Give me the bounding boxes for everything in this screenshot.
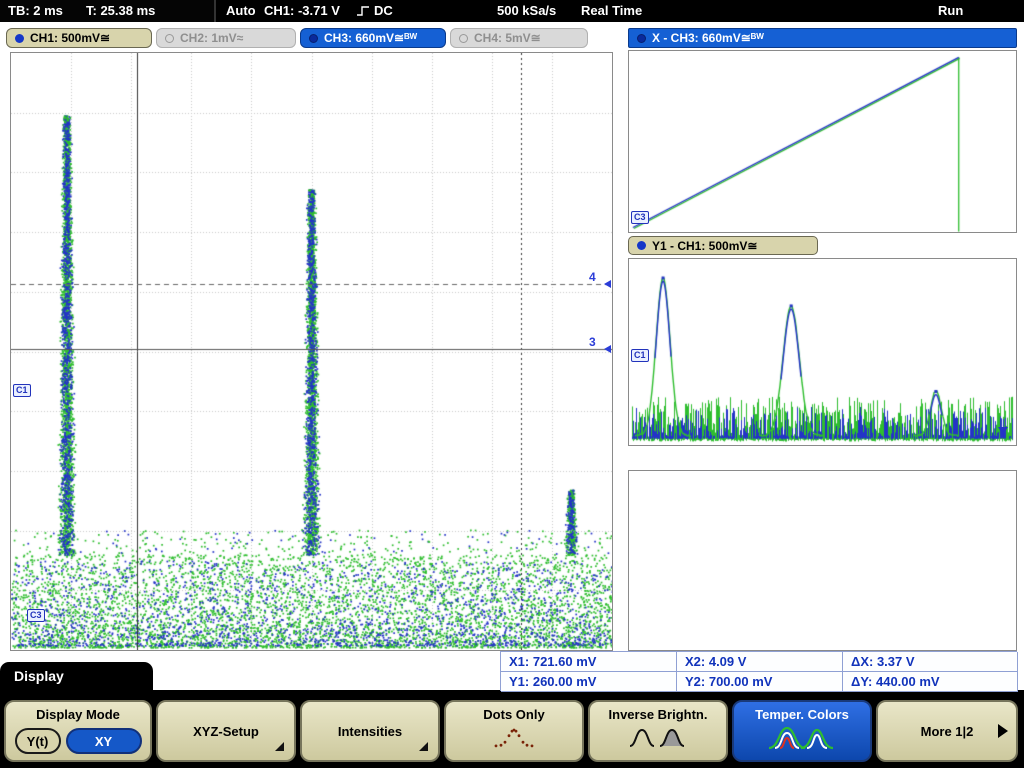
trigger-position-marker (998, 427, 1008, 435)
temperature-colors-label: Temper. Colors (755, 707, 849, 722)
trigger-coupling: DC (374, 3, 393, 18)
status-bar: TB: 2 ms T: 25.38 ms Auto CH1: -3.71 V D… (0, 0, 1024, 22)
cursor-3-arrow-icon (604, 345, 611, 353)
unused-panel (628, 470, 1017, 651)
temperature-colors-icon (767, 726, 837, 750)
trigger-level: CH1: -3.71 V (264, 3, 340, 18)
ch3-ref-marker: C3 (631, 211, 649, 224)
sample-rate: 500 kSa/s (497, 3, 556, 18)
channel-1-button[interactable]: CH1: 500mV≅ (6, 28, 152, 48)
intensities-label: Intensities (338, 724, 402, 739)
channel-4-button[interactable]: CH4: 5mV≅ (450, 28, 588, 48)
channel-3-button[interactable]: CH3: 660mV≅ᴮᵂ (300, 28, 446, 48)
y1-source-dot-icon (637, 241, 646, 250)
next-page-arrow-icon (998, 724, 1008, 738)
y1-source-header-label: Y1 - CH1: 500mV≅ (652, 239, 757, 253)
more-pages-button[interactable]: More 1|2 (876, 700, 1018, 762)
y1-source-header[interactable]: Y1 - CH1: 500mV≅ (628, 236, 818, 255)
cursor-4-label: 4 (589, 270, 596, 284)
cursor-dx-value: ΔX: 3.37 V (843, 652, 1018, 672)
channel-3-label: CH3: 660mV≅ᴮᵂ (324, 31, 417, 45)
x-source-canvas (629, 51, 1016, 232)
xy-mode-button[interactable]: XY (66, 728, 142, 754)
ch3-level-marker: C3 (27, 609, 45, 622)
cursor-y2-value: Y2: 700.00 mV (677, 672, 843, 692)
submenu-indicator-icon (419, 742, 428, 751)
channel-2-dot-icon (165, 34, 174, 43)
ch1-level-marker: C1 (13, 384, 31, 397)
rising-edge-icon (356, 4, 370, 18)
cursor-3-label: 3 (589, 335, 596, 349)
channel-4-dot-icon (459, 34, 468, 43)
timebase-readout: TB: 2 ms (8, 3, 63, 18)
acquisition-mode: Real Time (581, 3, 642, 18)
xy-plot-canvas (11, 53, 612, 650)
channel-4-label: CH4: 5mV≅ (474, 31, 541, 45)
submenu-indicator-icon (275, 742, 284, 751)
inverse-brightness-label: Inverse Brightn. (609, 707, 708, 722)
channel-3-dot-icon (309, 34, 318, 43)
cursor-x1-value: X1: 721.60 mV (501, 652, 677, 672)
dots-only-button[interactable]: Dots Only (444, 700, 584, 762)
y1-source-panel: C1 (628, 258, 1017, 446)
y1-source-canvas (629, 259, 1016, 445)
cursor-dy-value: ΔY: 440.00 mV (843, 672, 1018, 692)
cursor-4-arrow-icon (604, 280, 611, 288)
x-source-header[interactable]: X - CH3: 660mV≅ᴮᵂ (628, 28, 1017, 48)
dots-only-label: Dots Only (483, 707, 544, 722)
ch1-ref-marker: C1 (631, 349, 649, 362)
channel-2-label: CH2: 1mV≈ (180, 31, 243, 45)
yt-mode-button[interactable]: Y(t) (15, 728, 61, 754)
xyz-setup-button[interactable]: XYZ-Setup (156, 700, 296, 762)
channel-2-button[interactable]: CH2: 1mV≈ (156, 28, 296, 48)
xyz-setup-label: XYZ-Setup (193, 724, 259, 739)
display-mode-label: Display Mode (36, 707, 120, 722)
oscilloscope-ui: TB: 2 ms T: 25.38 ms Auto CH1: -3.71 V D… (0, 0, 1024, 768)
display-mode-options: Y(t) XY (15, 728, 142, 754)
channel-1-label: CH1: 500mV≅ (30, 31, 110, 45)
x-source-dot-icon (637, 34, 646, 43)
trigger-time-readout: T: 25.38 ms (86, 3, 155, 18)
channel-1-dot-icon (15, 34, 24, 43)
softkey-menu-bar: Display Mode Y(t) XY XYZ-Setup Intensiti… (0, 690, 1024, 768)
run-status: Run (938, 3, 963, 18)
dots-waveform-icon (492, 726, 536, 748)
intensities-button[interactable]: Intensities (300, 700, 440, 762)
display-mode-button[interactable]: Display Mode Y(t) XY (4, 700, 152, 762)
x-source-header-label: X - CH3: 660mV≅ᴮᵂ (652, 31, 764, 45)
inverse-brightness-button[interactable]: Inverse Brightn. (588, 700, 728, 762)
x-source-panel: C3 (628, 50, 1017, 233)
temperature-colors-button[interactable]: Temper. Colors (732, 700, 872, 762)
cursor-readout-table: X1: 721.60 mV X2: 4.09 V ΔX: 3.37 V Y1: … (500, 651, 1017, 691)
trigger-mode: Auto (226, 3, 256, 18)
cursor-x2-value: X2: 4.09 V (677, 652, 843, 672)
inverse-brightness-icon (628, 726, 688, 748)
xy-display-panel: 4 3 C1 C3 (10, 52, 613, 651)
more-pages-label: More 1|2 (921, 724, 974, 739)
cursor-y1-value: Y1: 260.00 mV (501, 672, 677, 692)
